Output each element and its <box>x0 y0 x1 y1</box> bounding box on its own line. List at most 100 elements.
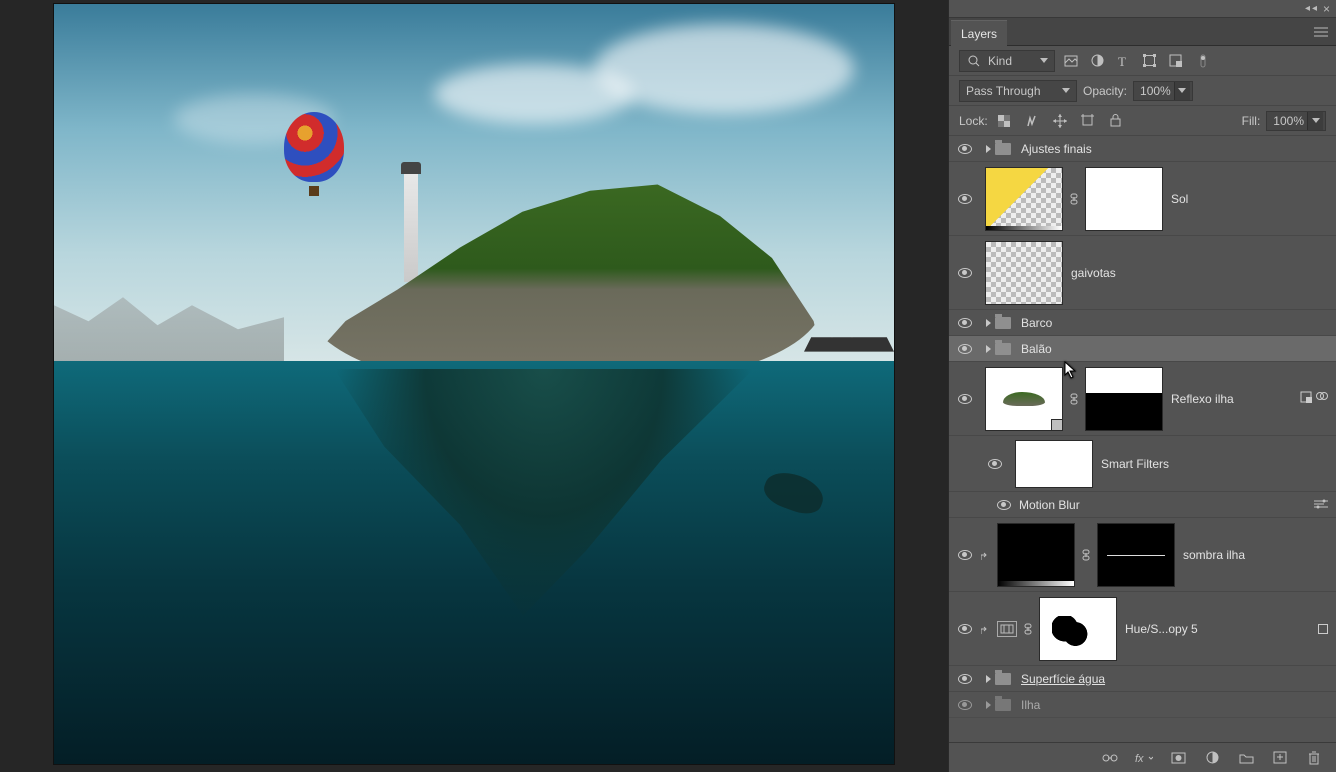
filter-type-icon[interactable]: T <box>1113 51 1133 71</box>
mask-link-icon[interactable] <box>1067 393 1081 405</box>
layer-group-row[interactable]: Balão <box>949 336 1336 362</box>
lock-transparency-icon[interactable] <box>994 111 1014 131</box>
layer-row[interactable]: Reflexo ilha <box>949 362 1336 436</box>
tab-layers[interactable]: Layers <box>951 20 1007 46</box>
new-adjustment-icon[interactable] <box>1202 748 1222 768</box>
new-layer-icon[interactable] <box>1270 748 1290 768</box>
opacity-input[interactable]: 100% <box>1133 81 1193 101</box>
canvas-artwork[interactable] <box>54 4 894 764</box>
layer-thumbnail[interactable] <box>985 167 1063 231</box>
filter-pixel-icon[interactable] <box>1061 51 1081 71</box>
layer-mask-thumbnail[interactable] <box>1097 523 1175 587</box>
visibility-toggle[interactable] <box>949 144 981 154</box>
caret-right-icon <box>986 145 991 153</box>
expand-toggle[interactable] <box>981 675 995 683</box>
layer-group-row[interactable]: Superfície água <box>949 666 1336 692</box>
eye-icon <box>958 344 972 354</box>
chevron-down-icon <box>1062 88 1070 93</box>
opacity-value: 100% <box>1140 84 1171 98</box>
layer-group-row[interactable]: Ilha <box>949 692 1336 718</box>
layer-name[interactable]: Barco <box>1021 316 1052 330</box>
visibility-toggle[interactable] <box>949 700 981 710</box>
visibility-toggle[interactable] <box>949 674 981 684</box>
lock-artboard-icon[interactable] <box>1078 111 1098 131</box>
link-layers-icon[interactable] <box>1100 748 1120 768</box>
eye-icon <box>958 394 972 404</box>
layer-style-icon[interactable]: fx <box>1134 748 1154 768</box>
filter-smartobject-icon[interactable] <box>1165 51 1185 71</box>
expand-toggle[interactable] <box>981 345 995 353</box>
eye-icon <box>958 268 972 278</box>
mask-link-icon[interactable] <box>1021 623 1035 635</box>
folder-icon <box>995 699 1011 711</box>
lock-image-icon[interactable] <box>1022 111 1042 131</box>
filter-adjustment-icon[interactable] <box>1087 51 1107 71</box>
add-mask-icon[interactable] <box>1168 748 1188 768</box>
layer-mask-thumbnail[interactable] <box>1039 597 1117 661</box>
layer-row[interactable]: Sol <box>949 162 1336 236</box>
filter-kind-select[interactable]: Kind <box>959 50 1055 72</box>
chevron-down-icon <box>1178 88 1186 93</box>
layer-thumbnail[interactable] <box>985 367 1063 431</box>
layer-name[interactable]: sombra ilha <box>1183 548 1245 562</box>
layer-row[interactable]: Hue/S...opy 5 <box>949 592 1336 666</box>
layer-filter-row: Kind T <box>949 46 1336 76</box>
visibility-toggle[interactable] <box>949 550 981 560</box>
visibility-toggle[interactable] <box>949 194 981 204</box>
layers-list[interactable]: Ajustes finais Sol gaivotas Barco Balão <box>949 136 1336 742</box>
eye-icon <box>988 459 1002 469</box>
panel-menu-icon[interactable] <box>1306 27 1336 37</box>
eye-icon <box>958 194 972 204</box>
visibility-toggle[interactable] <box>949 268 981 278</box>
smart-filters-row[interactable]: Smart Filters <box>949 436 1336 492</box>
layer-name[interactable]: Hue/S...opy 5 <box>1125 622 1198 636</box>
layer-mask-thumbnail[interactable] <box>1085 367 1163 431</box>
layers-panel: ◂◂ × Layers Kind T Pass Through Opacity: <box>948 0 1336 772</box>
layer-name[interactable]: Ilha <box>1021 698 1040 712</box>
expand-toggle[interactable] <box>981 145 995 153</box>
visibility-toggle[interactable] <box>949 624 981 634</box>
layer-name[interactable]: Balão <box>1021 342 1052 356</box>
filter-badge-icon <box>1316 391 1328 406</box>
filter-options-icon[interactable] <box>1314 498 1328 512</box>
delete-layer-icon[interactable] <box>1304 748 1324 768</box>
layer-group-row[interactable]: Ajustes finais <box>949 136 1336 162</box>
folder-icon <box>995 317 1011 329</box>
fill-input[interactable]: 100% <box>1266 111 1326 131</box>
mask-link-icon[interactable] <box>1067 193 1081 205</box>
filter-toggle-icon[interactable] <box>1193 51 1213 71</box>
expand-toggle[interactable] <box>981 701 995 709</box>
layer-name[interactable]: Superfície água <box>1021 672 1105 686</box>
filter-mask-thumbnail[interactable] <box>1015 440 1093 488</box>
filter-shape-icon[interactable] <box>1139 51 1159 71</box>
filter-name[interactable]: Motion Blur <box>1019 498 1080 512</box>
caret-right-icon <box>986 319 991 327</box>
layer-name[interactable]: Ajustes finais <box>1021 142 1092 156</box>
layer-row[interactable]: gaivotas <box>949 236 1336 310</box>
layer-mask-thumbnail[interactable] <box>1085 167 1163 231</box>
lock-position-icon[interactable] <box>1050 111 1070 131</box>
visibility-toggle[interactable] <box>949 394 981 404</box>
visibility-toggle[interactable] <box>949 344 981 354</box>
lock-all-icon[interactable] <box>1106 111 1126 131</box>
layer-thumbnail[interactable] <box>985 241 1063 305</box>
blend-mode-select[interactable]: Pass Through <box>959 80 1077 102</box>
layer-thumbnail[interactable] <box>997 523 1075 587</box>
visibility-toggle[interactable] <box>949 318 981 328</box>
layer-name[interactable]: gaivotas <box>1071 266 1116 280</box>
expand-toggle[interactable] <box>981 319 995 327</box>
fill-label: Fill: <box>1242 114 1261 128</box>
new-group-icon[interactable] <box>1236 748 1256 768</box>
filter-row[interactable]: Motion Blur <box>949 492 1336 518</box>
folder-icon <box>995 143 1011 155</box>
layer-group-row[interactable]: Barco <box>949 310 1336 336</box>
layer-name[interactable]: Sol <box>1171 192 1188 206</box>
visibility-toggle[interactable] <box>979 459 1011 469</box>
layer-row[interactable]: sombra ilha <box>949 518 1336 592</box>
visibility-toggle[interactable] <box>993 500 1015 510</box>
panel-tab-bar: Layers <box>949 18 1336 46</box>
layer-name[interactable]: Reflexo ilha <box>1171 392 1234 406</box>
mask-link-icon[interactable] <box>1079 549 1093 561</box>
layers-bottom-bar: fx <box>949 742 1336 772</box>
adjustment-icon[interactable] <box>997 621 1017 637</box>
